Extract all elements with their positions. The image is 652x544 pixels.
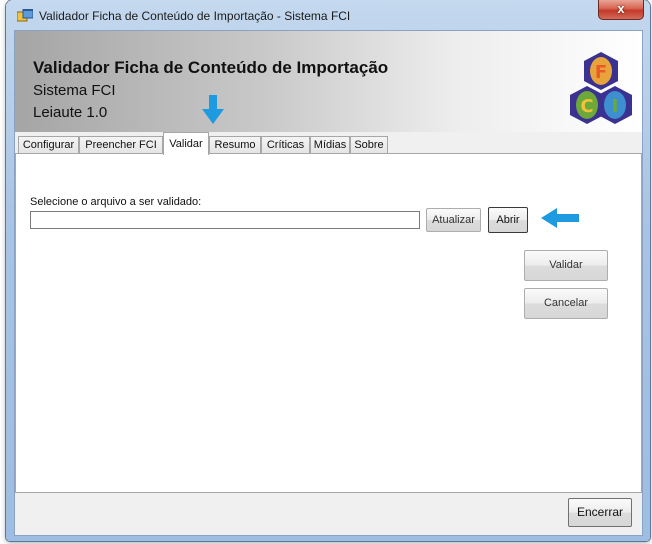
arrow-down-icon bbox=[202, 95, 224, 124]
file-label: Selecione o arquivo a ser validado: bbox=[30, 196, 202, 208]
logo-letter-f: F bbox=[595, 62, 607, 83]
tab-strip: Configurar Preencher FCI Validar Resumo … bbox=[15, 132, 642, 155]
app-window: Validador Ficha de Conteúdo de Importaçã… bbox=[6, 0, 650, 541]
validar-button[interactable]: Validar bbox=[524, 250, 608, 281]
app-header: Validador Ficha de Conteúdo de Importaçã… bbox=[15, 31, 642, 132]
window-title: Validador Ficha de Conteúdo de Importaçã… bbox=[39, 9, 351, 23]
encerrar-button[interactable]: Encerrar bbox=[568, 498, 632, 527]
header-title: Validador Ficha de Conteúdo de Importaçã… bbox=[33, 58, 389, 77]
title-bar: Validador Ficha de Conteúdo de Importaçã… bbox=[6, 0, 650, 30]
tab-preencher-fci[interactable]: Preencher FCI bbox=[79, 136, 163, 153]
abrir-button[interactable]: Abrir bbox=[488, 207, 528, 233]
fci-logo: F C I bbox=[570, 52, 632, 124]
tab-sobre[interactable]: Sobre bbox=[350, 136, 388, 153]
cancelar-button[interactable]: Cancelar bbox=[524, 288, 608, 319]
tab-validar[interactable]: Validar bbox=[163, 132, 209, 155]
arrow-left-icon bbox=[541, 208, 579, 228]
atualizar-button[interactable]: Atualizar bbox=[426, 208, 481, 232]
close-window-button[interactable]: x bbox=[598, 0, 644, 20]
tab-midias[interactable]: Mídias bbox=[310, 136, 350, 153]
tab-resumo[interactable]: Resumo bbox=[209, 136, 261, 153]
logo-letter-c: C bbox=[580, 96, 593, 117]
header-subtitle: Sistema FCI bbox=[33, 82, 116, 99]
app-window-icon bbox=[17, 9, 33, 22]
file-path-input[interactable] bbox=[30, 211, 420, 229]
client-area: Validador Ficha de Conteúdo de Importaçã… bbox=[14, 30, 643, 536]
tab-configurar[interactable]: Configurar bbox=[18, 136, 79, 153]
header-version: Leiaute 1.0 bbox=[33, 104, 108, 121]
logo-letter-i: I bbox=[612, 96, 619, 117]
tab-criticas[interactable]: Críticas bbox=[261, 136, 310, 153]
tab-panel-validar: Selecione o arquivo a ser validado: Atua… bbox=[15, 153, 642, 493]
